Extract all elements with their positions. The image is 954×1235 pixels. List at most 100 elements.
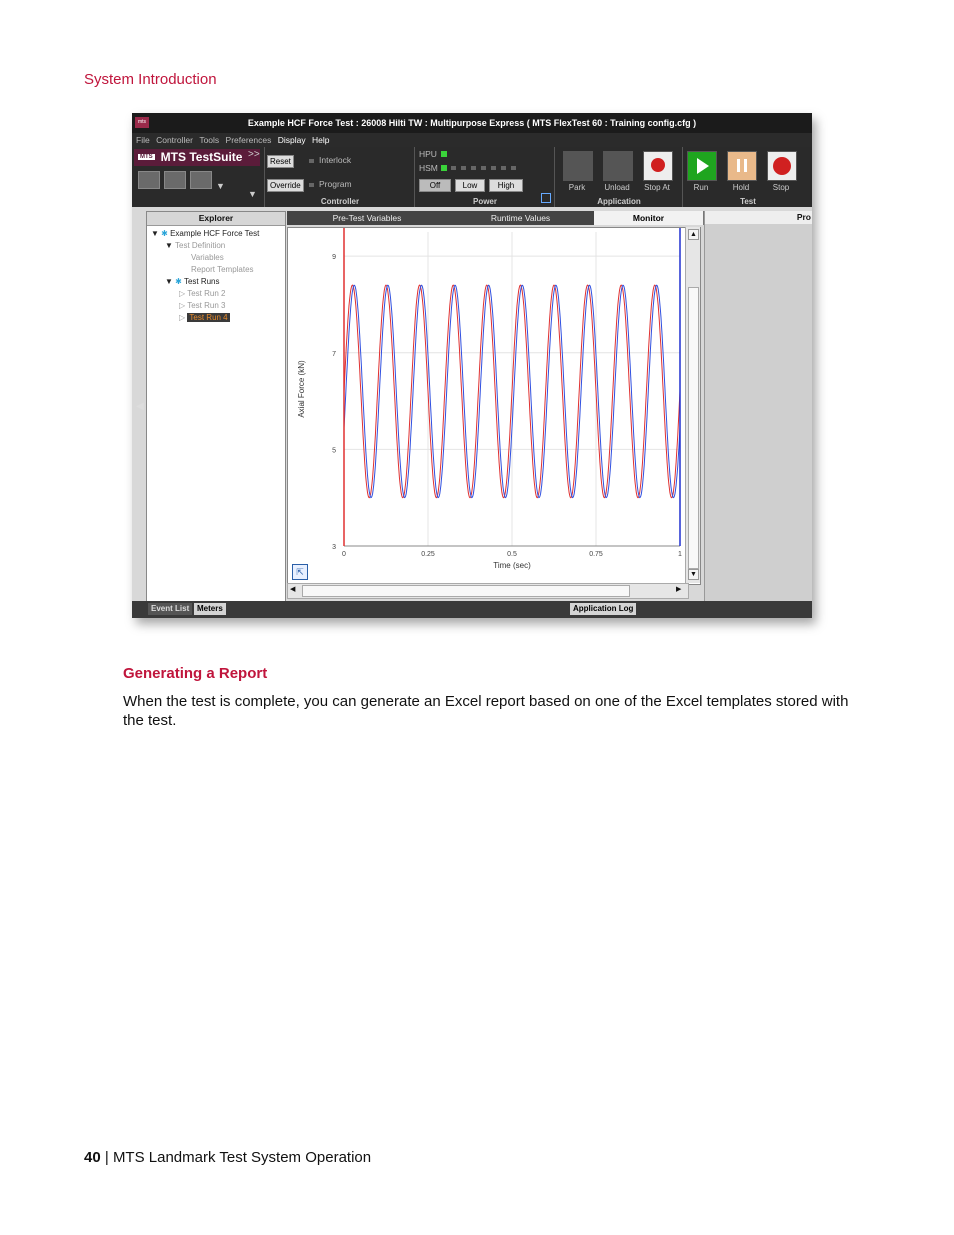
application-group: Park Unload Stop At Application (554, 147, 683, 207)
controller-group: Reset Interlock Override Program Control… (264, 147, 415, 207)
tree-root-label: Example HCF Force Test (170, 229, 260, 238)
scroll-right-icon[interactable]: ▶ (676, 585, 681, 593)
y-axis-label: Axial Force (kN) (297, 360, 306, 418)
hsm-led (441, 165, 447, 171)
logo-text: MTS TestSuite (160, 150, 243, 164)
bottom-tab-bar: Event List Meters Application Log (132, 601, 812, 618)
new-test-icon[interactable] (138, 171, 160, 189)
test-group-label: Test (740, 197, 756, 206)
page-footer: 40 | MTS Landmark Test System Operation (84, 1149, 371, 1166)
tab-pre-test-variables[interactable]: Pre-Test Variables (287, 211, 448, 225)
horizontal-scroll-thumb[interactable] (302, 585, 630, 597)
vertical-scroll-thumb[interactable] (688, 287, 699, 569)
hsm-label: HSM (419, 163, 438, 173)
unload-button[interactable] (603, 151, 633, 181)
expand-arrow-icon[interactable]: ▼ (165, 277, 173, 286)
park-button[interactable] (563, 151, 593, 181)
collapsed-arrow-icon[interactable]: ▷ (179, 313, 185, 322)
collapsed-arrow-icon[interactable]: ▷ (179, 301, 185, 310)
menu-display[interactable]: Display (278, 135, 306, 145)
tree-test-definition-label: Test Definition (175, 241, 226, 250)
explorer-tree: ▼ ✱ Example HCF Force Test ▼ Test Defini… (151, 228, 283, 324)
tab-monitor[interactable]: Monitor (594, 211, 704, 225)
tree-item-report-templates[interactable]: Report Templates (151, 264, 283, 276)
tree-selected-run-label: Test Run 4 (187, 313, 230, 322)
y-tick-label: 3 (332, 544, 336, 551)
menu-preferences[interactable]: Preferences (226, 135, 272, 145)
hpu-label: HPU (419, 149, 437, 159)
stop-button[interactable] (767, 151, 797, 181)
zoom-icon[interactable]: ⇱ (292, 564, 308, 580)
stop-at-label: Stop At (644, 183, 670, 192)
chevron-down-icon[interactable]: ▼ (216, 181, 225, 191)
power-high-button[interactable]: High (489, 179, 523, 192)
collapse-left-icon[interactable]: ◀ (136, 401, 144, 412)
menu-controller[interactable]: Controller (156, 135, 193, 145)
interlock-indicator (309, 159, 314, 163)
x-tick-label: 0.75 (589, 551, 603, 558)
tree-test-run-label: Test Run 3 (187, 301, 226, 310)
x-tick-label: 1 (678, 551, 682, 558)
explorer-panel: Explorer ▼ ✱ Example HCF Force Test ▼ Te… (146, 211, 286, 603)
tree-item-test-run-selected[interactable]: ▷ Test Run 4 (151, 312, 283, 324)
power-off-button[interactable]: Off (419, 179, 451, 192)
scroll-up-icon[interactable]: ▲ (688, 229, 699, 240)
power-low-button[interactable]: Low (455, 179, 485, 192)
x-tick-label: 0.5 (507, 551, 517, 558)
stop-at-button[interactable] (643, 151, 673, 181)
hold-button[interactable] (727, 151, 757, 181)
toolbar-icon-row: ▼ (138, 171, 258, 193)
tree-item-test-definition[interactable]: ▼ Test Definition (151, 240, 283, 252)
subheading: Generating a Report (123, 665, 268, 682)
expand-chevrons[interactable]: >> (248, 149, 260, 160)
expand-down-icon[interactable]: ▼ (248, 189, 257, 199)
play-icon (697, 158, 709, 174)
run-button[interactable] (687, 151, 717, 181)
scroll-left-icon[interactable]: ◀ (290, 585, 295, 593)
stop-label: Stop (772, 183, 790, 192)
power-group: HPU HSM Off Low High Power (414, 147, 555, 207)
pause-icon (737, 159, 740, 172)
menu-help[interactable]: Help (312, 135, 329, 145)
footer-separator: | (104, 1149, 109, 1166)
stop-at-icon (651, 158, 665, 172)
force-time-chart: 0 0.25 0.5 0.75 1 3 5 7 9 Time (sec) Axial Force… (297, 228, 682, 570)
explorer-title: Explorer (147, 212, 285, 226)
menu-file[interactable]: File (136, 135, 150, 145)
controller-group-label: Controller (320, 197, 360, 206)
menubar: File Controller Tools Preferences Displa… (132, 133, 812, 147)
x-axis-label: Time (sec) (493, 561, 531, 570)
test-group: Run Hold Stop Test (682, 147, 812, 207)
open-test-icon[interactable] (164, 171, 186, 189)
footer-title: MTS Landmark Test System Operation (112, 1149, 372, 1166)
program-indicator (309, 183, 314, 187)
tab-meters[interactable]: Meters (194, 603, 226, 615)
test-icon: ✱ (161, 229, 168, 238)
tree-item-test-run[interactable]: ▷ Test Run 2 (151, 288, 283, 300)
tree-item-test-runs[interactable]: ▼ ✱ Test Runs (151, 276, 283, 288)
app-icon: mts (135, 117, 149, 128)
tab-application-log[interactable]: Application Log (570, 603, 637, 615)
horizontal-scrollbar[interactable]: ◀ ▶ (287, 583, 689, 599)
hpu-led (441, 151, 447, 157)
expand-arrow-icon[interactable]: ▼ (151, 229, 159, 238)
page-number: 40 (84, 1149, 101, 1166)
tree-item-variables[interactable]: Variables (151, 252, 283, 264)
expand-arrow-icon[interactable]: ▼ (165, 241, 173, 250)
reset-button[interactable]: Reset (267, 155, 294, 168)
collapsed-arrow-icon[interactable]: ▷ (179, 289, 185, 298)
unload-label: Unload (604, 183, 630, 192)
section-header: System Introduction (84, 71, 217, 88)
menu-tools[interactable]: Tools (199, 135, 219, 145)
save-test-icon[interactable] (190, 171, 212, 189)
tree-item-test-run[interactable]: ▷ Test Run 3 (151, 300, 283, 312)
tab-runtime-values[interactable]: Runtime Values (447, 211, 595, 225)
tab-event-list[interactable]: Event List (148, 603, 193, 615)
override-button[interactable]: Override (267, 179, 304, 192)
test-runs-icon: ✱ (175, 277, 182, 286)
interlock-label: Interlock (319, 155, 352, 165)
scroll-down-icon[interactable]: ▼ (688, 569, 699, 580)
x-tick-label: 0.25 (421, 551, 435, 558)
tree-item-root[interactable]: ▼ ✱ Example HCF Force Test (151, 228, 283, 240)
vertical-scrollbar[interactable]: ▲ ▼ (685, 227, 700, 583)
